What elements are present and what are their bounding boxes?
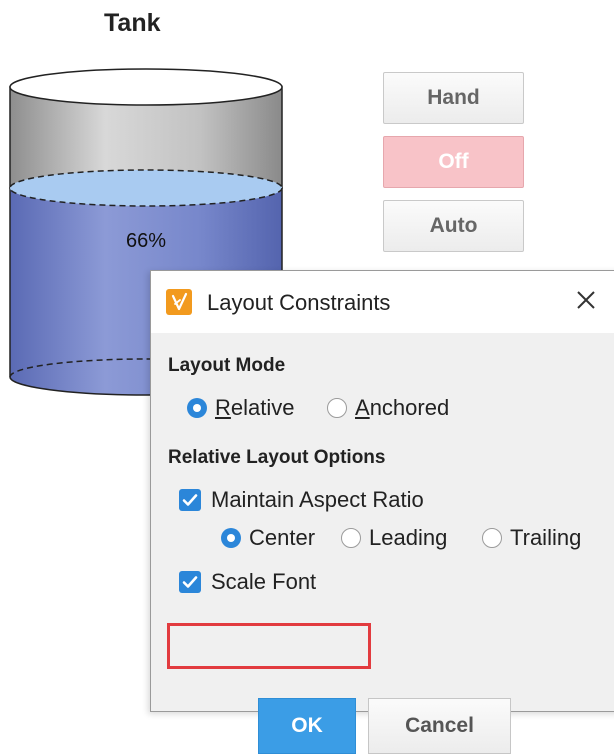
- cancel-button[interactable]: Cancel: [368, 698, 511, 754]
- relative-radio-option[interactable]: Relative: [187, 395, 294, 421]
- wand-icon: [166, 289, 192, 315]
- dialog-title: Layout Constraints: [207, 290, 391, 315]
- anchored-label: Anchored: [355, 395, 450, 420]
- layout-mode-label: Layout Mode: [168, 355, 286, 376]
- dialog-body: Layout Mode Relative Anchored Relative L…: [151, 333, 614, 754]
- anchored-radio[interactable]: [327, 398, 347, 418]
- trailing-radio[interactable]: [482, 528, 502, 548]
- auto-button[interactable]: Auto: [383, 200, 524, 252]
- center-radio[interactable]: [221, 528, 241, 548]
- layout-constraints-dialog: Layout Constraints Layout Mode Relative …: [150, 270, 614, 754]
- scale-font-highlight: [167, 623, 371, 669]
- ok-button[interactable]: OK: [258, 698, 356, 754]
- tank-title: Tank: [104, 9, 161, 37]
- scale-font-label: Scale Font: [211, 569, 317, 594]
- off-button[interactable]: Off: [383, 136, 524, 188]
- trailing-radio-option[interactable]: Trailing: [482, 525, 581, 551]
- center-radio-option[interactable]: Center: [221, 525, 315, 551]
- relative-radio[interactable]: [187, 398, 207, 418]
- center-label: Center: [249, 525, 316, 550]
- trailing-label: Trailing: [510, 525, 582, 550]
- scale-font-option[interactable]: Scale Font: [179, 569, 316, 595]
- leading-label: Leading: [369, 525, 448, 550]
- relative-label: Relative: [215, 395, 295, 420]
- maintain-aspect-ratio-label: Maintain Aspect Ratio: [211, 487, 424, 512]
- scale-font-checkbox[interactable]: [179, 571, 201, 593]
- leading-radio-option[interactable]: Leading: [341, 525, 447, 551]
- relative-layout-options-label: Relative Layout Options: [168, 447, 386, 468]
- tank-level-label: 66%: [126, 230, 166, 252]
- dialog-titlebar: Layout Constraints: [151, 271, 614, 333]
- leading-radio[interactable]: [341, 528, 361, 548]
- tank-top-rim: [9, 68, 283, 106]
- maintain-aspect-ratio-checkbox[interactable]: [179, 489, 201, 511]
- close-icon[interactable]: [571, 285, 601, 315]
- hand-button[interactable]: Hand: [383, 72, 524, 124]
- anchored-radio-option[interactable]: Anchored: [327, 395, 449, 421]
- maintain-aspect-ratio-option[interactable]: Maintain Aspect Ratio: [179, 487, 424, 513]
- tank-liquid-surface: [9, 169, 283, 207]
